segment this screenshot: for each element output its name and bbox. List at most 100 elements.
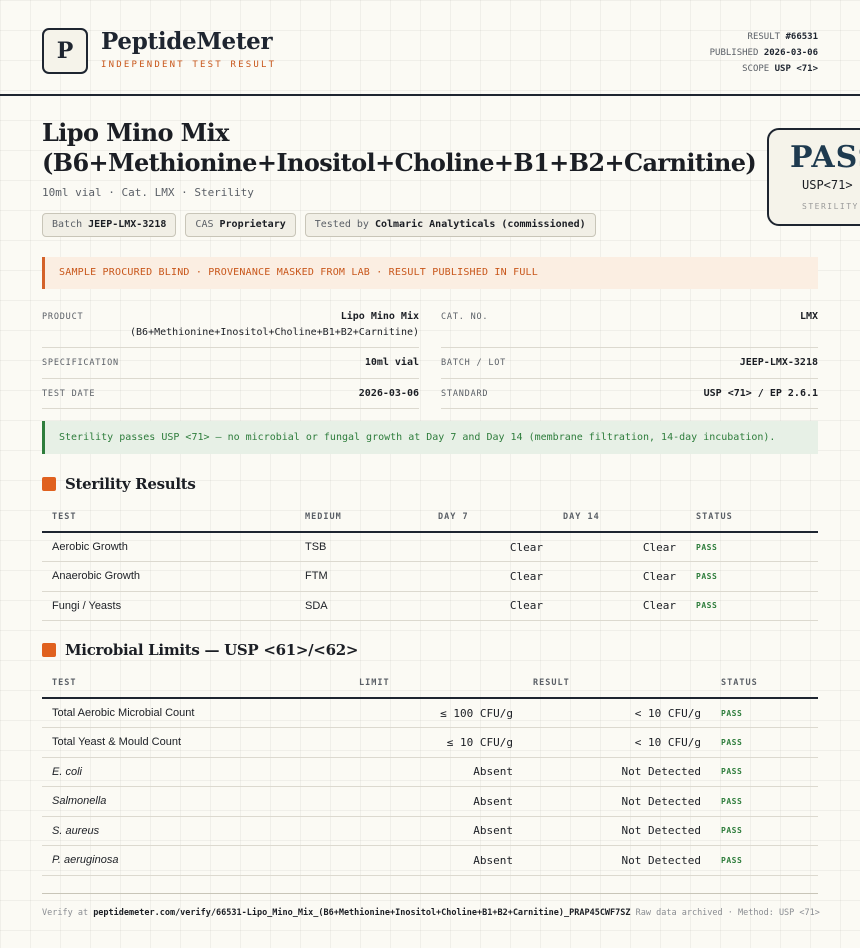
- result: Not Detected: [523, 786, 711, 817]
- day14-result: Clear: [553, 591, 686, 621]
- divider: [441, 347, 818, 348]
- day14-result: Clear: [553, 561, 686, 592]
- report-header: P PeptideMeter INDEPENDENT TEST RESULT R…: [0, 0, 860, 96]
- brand-logo[interactable]: P: [42, 28, 88, 74]
- info-chips: Batch JEEP-LMX-3218 CAS Proprietary Test…: [42, 213, 596, 237]
- spec-product-value: Lipo Mino Mix (B6+Methionine+Inositol+Ch…: [130, 311, 419, 338]
- result-summary: Sterility passes USP <71> — no microbial…: [42, 421, 818, 454]
- table-row: Anaerobic Growth FTM Clear Clear PASS: [42, 561, 818, 592]
- microbial-heading: Microbial Limits — USP <61>/<62>: [42, 641, 358, 659]
- table-row: Total Yeast & Mould Count ≤ 10 CFU/g < 1…: [42, 727, 818, 758]
- table-row: P. aeruginosa Absent Not Detected PASS: [42, 845, 818, 876]
- verdict-text: PASS: [790, 140, 860, 175]
- test-name: Aerobic Growth: [42, 532, 295, 562]
- limit: ≤ 10 CFU/g: [349, 727, 523, 758]
- microbial-table: TEST LIMIT RESULT STATUS Total Aerobic M…: [42, 668, 818, 876]
- day14-result: Clear: [553, 532, 686, 562]
- spec-date-value: 2026-03-06: [358, 388, 419, 399]
- result: Not Detected: [523, 816, 711, 846]
- table-row: Total Aerobic Microbial Count ≤ 100 CFU/…: [42, 698, 818, 728]
- day7-result: Clear: [428, 591, 553, 621]
- table-row: E. coli Absent Not Detected PASS: [42, 757, 818, 787]
- status-badge: PASS: [711, 816, 818, 846]
- result: Not Detected: [523, 845, 711, 876]
- table-row: S. aureus Absent Not Detected PASS: [42, 816, 818, 846]
- divider: [42, 378, 419, 379]
- product-title: Lipo Mino Mix (B6+Methionine+Inositol+Ch…: [42, 118, 757, 177]
- spec-date-label: TEST DATE: [42, 389, 96, 399]
- spec-specification-value: 10ml vial: [364, 357, 419, 368]
- result: < 10 CFU/g: [523, 727, 711, 758]
- test-name: Total Aerobic Microbial Count: [42, 698, 349, 728]
- spec-catno-label: CAT. NO.: [441, 312, 489, 322]
- test-name: Total Yeast & Mould Count: [42, 727, 349, 758]
- chip-batch: Batch JEEP-LMX-3218: [42, 213, 177, 237]
- medium: FTM: [295, 561, 428, 592]
- status-badge: PASS: [686, 532, 818, 562]
- col-header: LIMIT: [349, 668, 523, 699]
- meta-published: PUBLISHED 2026-03-06: [709, 48, 818, 58]
- limit: Absent: [349, 816, 523, 846]
- status-badge: PASS: [686, 561, 818, 592]
- limit: ≤ 100 CFU/g: [349, 698, 523, 728]
- spec-product-label: PRODUCT: [42, 312, 84, 322]
- spec-batch-label: BATCH / LOT: [441, 358, 507, 368]
- verdict-standard: USP<71>: [802, 178, 853, 192]
- result: < 10 CFU/g: [523, 698, 711, 728]
- table-header-row: TEST MEDIUM DAY 7 DAY 14 STATUS: [42, 502, 818, 533]
- chip-cas: CAS Proprietary: [185, 213, 296, 237]
- status-badge: PASS: [711, 727, 818, 758]
- footer-divider: [42, 893, 818, 894]
- test-name: Salmonella: [42, 786, 349, 817]
- divider: [42, 347, 419, 348]
- divider: [441, 378, 818, 379]
- status-badge: PASS: [686, 591, 818, 621]
- verify-link[interactable]: peptidemeter.com/verify/66531-Lipo_Mino_…: [93, 908, 630, 918]
- col-header: STATUS: [711, 668, 818, 699]
- spec-catno-value: LMX: [799, 311, 818, 322]
- medium: TSB: [295, 532, 428, 562]
- col-header: STATUS: [686, 502, 818, 533]
- col-header: DAY 7: [428, 502, 553, 533]
- brand-name[interactable]: PeptideMeter: [101, 28, 273, 55]
- day7-result: Clear: [428, 561, 553, 592]
- limit: Absent: [349, 786, 523, 817]
- limit: Absent: [349, 757, 523, 787]
- limit: Absent: [349, 845, 523, 876]
- divider: [441, 408, 818, 409]
- col-header: TEST: [42, 668, 349, 699]
- status-badge: PASS: [711, 698, 818, 728]
- spec-specification-label: SPECIFICATION: [42, 358, 119, 368]
- spec-standard-label: STANDARD: [441, 389, 489, 399]
- col-header: DAY 14: [553, 502, 686, 533]
- blind-notice: SAMPLE PROCURED BLIND · PROVENANCE MASKE…: [42, 257, 818, 289]
- spec-standard-value: USP <71> / EP 2.6.1: [703, 388, 818, 399]
- product-subtitle: 10ml vial · Cat. LMX · Sterility: [42, 186, 254, 199]
- day7-result: Clear: [428, 532, 553, 562]
- status-badge: PASS: [711, 845, 818, 876]
- status-badge: PASS: [711, 786, 818, 817]
- sterility-table: TEST MEDIUM DAY 7 DAY 14 STATUS Aerobic …: [42, 502, 818, 621]
- verdict-category: STERILITY: [802, 202, 859, 211]
- brand-tagline: INDEPENDENT TEST RESULT: [101, 60, 277, 70]
- section-marker-icon: [42, 643, 56, 657]
- footer: Verify at peptidemeter.com/verify/66531-…: [42, 908, 820, 918]
- medium: SDA: [295, 591, 428, 621]
- divider: [42, 408, 419, 409]
- test-name: P. aeruginosa: [42, 845, 349, 876]
- col-header: TEST: [42, 502, 295, 533]
- meta-scope: SCOPE USP <71>: [742, 64, 818, 74]
- report-meta: RESULT #66531 PUBLISHED 2026-03-06 SCOPE…: [710, 29, 818, 77]
- test-name: Anaerobic Growth: [42, 561, 295, 592]
- meta-result: RESULT #66531: [747, 32, 818, 42]
- archive-note: Raw data archived · Method: USP <71>: [635, 908, 820, 918]
- status-badge: PASS: [711, 757, 818, 787]
- test-name: Fungi / Yeasts: [42, 591, 295, 621]
- pass-badge: PASS USP<71> STERILITY: [767, 128, 860, 226]
- table-row: Aerobic Growth TSB Clear Clear PASS: [42, 532, 818, 562]
- result: Not Detected: [523, 757, 711, 787]
- spec-batch-value: JEEP-LMX-3218: [739, 357, 818, 368]
- sterility-heading: Sterility Results: [42, 475, 196, 493]
- test-name: E. coli: [42, 757, 349, 787]
- table-row: Salmonella Absent Not Detected PASS: [42, 786, 818, 817]
